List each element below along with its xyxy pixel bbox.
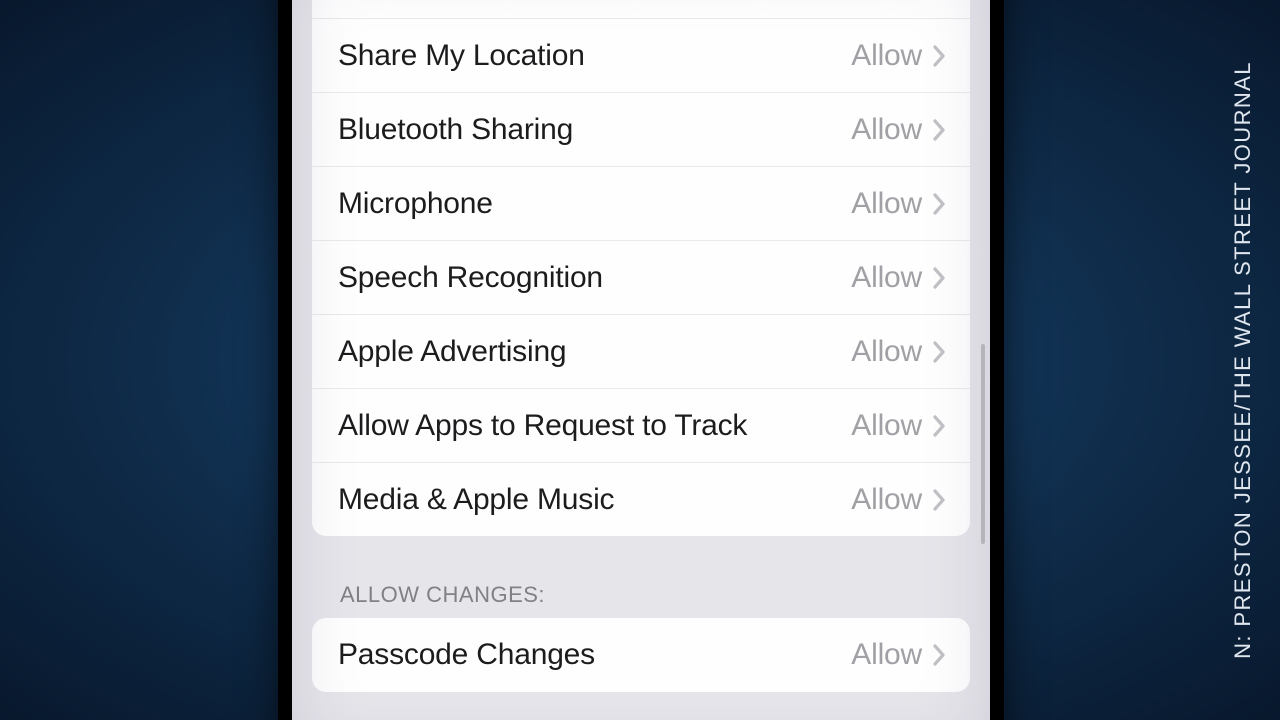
scrollbar[interactable] (981, 344, 985, 544)
chevron-right-icon (932, 118, 946, 142)
settings-row-value: Allow (851, 113, 922, 147)
settings-row-share-my-location[interactable]: Share My Location Allow (312, 18, 970, 92)
settings-row-value: Allow (851, 261, 922, 295)
chevron-right-icon (932, 44, 946, 68)
settings-row-speech-recognition[interactable]: Speech Recognition Allow (312, 240, 970, 314)
settings-row-microphone[interactable]: Microphone Allow (312, 166, 970, 240)
settings-row-photos[interactable]: Photos Allow (312, 0, 970, 18)
settings-row-value: Allow (851, 187, 922, 221)
settings-row-value: Allow (851, 638, 922, 672)
chevron-right-icon (932, 340, 946, 364)
settings-row-media-apple-music[interactable]: Media & Apple Music Allow (312, 462, 970, 536)
settings-row-value: Allow (851, 483, 922, 517)
chevron-right-icon (932, 266, 946, 290)
settings-row-value: Allow (851, 335, 922, 369)
settings-row-label: Bluetooth Sharing (338, 113, 851, 147)
settings-row-value: Allow (851, 39, 922, 73)
phone-frame: Photos Allow Share My Location Allow Blu… (278, 0, 1004, 720)
settings-row-allow-apps-to-request-to-track[interactable]: Allow Apps to Request to Track Allow (312, 388, 970, 462)
settings-row-label: Passcode Changes (338, 638, 851, 672)
settings-row-passcode-changes[interactable]: Passcode Changes Allow (312, 618, 970, 692)
settings-row-label: Media & Apple Music (338, 483, 851, 517)
chevron-right-icon (932, 643, 946, 667)
settings-group-allow-changes: Passcode Changes Allow (312, 618, 970, 692)
settings-group-privacy: Photos Allow Share My Location Allow Blu… (312, 0, 970, 536)
chevron-right-icon (932, 488, 946, 512)
settings-row-value: Allow (851, 409, 922, 443)
section-header-allow-changes: ALLOW CHANGES: (292, 582, 990, 618)
settings-row-label: Speech Recognition (338, 261, 851, 295)
settings-row-label: Apple Advertising (338, 335, 851, 369)
photo-credit: N: PRESTON JESSEE/THE WALL STREET JOURNA… (1230, 61, 1256, 659)
phone-screen: Photos Allow Share My Location Allow Blu… (292, 0, 990, 720)
settings-row-apple-advertising[interactable]: Apple Advertising Allow (312, 314, 970, 388)
chevron-right-icon (932, 414, 946, 438)
settings-row-label: Allow Apps to Request to Track (338, 409, 851, 443)
chevron-right-icon (932, 192, 946, 216)
settings-row-label: Microphone (338, 187, 851, 221)
settings-row-label: Share My Location (338, 39, 851, 73)
settings-row-bluetooth-sharing[interactable]: Bluetooth Sharing Allow (312, 92, 970, 166)
